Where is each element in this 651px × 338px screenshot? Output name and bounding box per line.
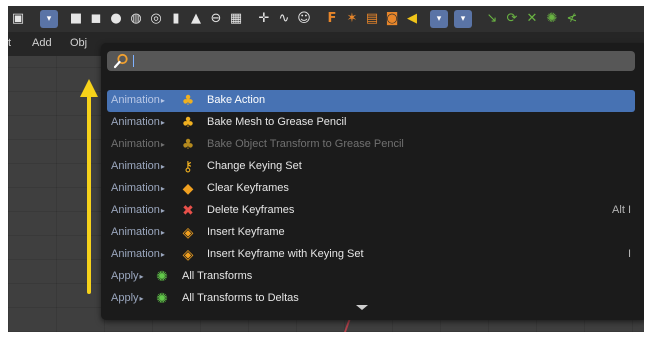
result-bake-object-transform[interactable]: Animation▸ ♣ Bake Object Transform to Gr… [107, 134, 635, 156]
transform-icon[interactable]: ✺ [544, 10, 560, 28]
bake-icon: ♣ [181, 115, 195, 131]
uv-sphere-icon[interactable]: ◍ [128, 10, 144, 28]
scroll-more-indicator[interactable] [356, 305, 368, 310]
lattice-icon[interactable]: ▤ [364, 10, 380, 28]
keying-set-icon: ⚷ [182, 159, 194, 175]
result-category: Animation▸ [111, 116, 165, 128]
speaker-icon[interactable]: ◀ [404, 10, 420, 28]
blender-window: ▣ ▾ ■ ◼ ● ◍ ◎ ▮ ▲ ⊖ ▦ ✛ ∿ ☺ F ✶ ▤ ◙ ◀ ▾ … [8, 6, 644, 332]
result-insert-keyframe-with-keying-set[interactable]: Animation▸ ◈ Insert Keyframe with Keying… [107, 244, 635, 266]
result-label: All Transforms [182, 270, 253, 282]
grid-icon[interactable]: ▦ [228, 10, 244, 28]
result-label: Insert Keyframe with Keying Set [207, 248, 364, 260]
result-label: Insert Keyframe [207, 226, 285, 238]
result-category: Animation▸ [111, 204, 165, 216]
camera-icon[interactable]: ◙ [384, 10, 400, 28]
empty-icon[interactable]: ✛ [256, 10, 272, 28]
result-category: Animation▸ [111, 248, 165, 260]
menu-object-partial[interactable]: Obj [70, 37, 87, 49]
snap-icon[interactable]: ≮ [564, 10, 580, 28]
result-category: Animation▸ [111, 138, 165, 150]
plane-icon[interactable]: ■ [68, 10, 84, 28]
result-bake-mesh-to-grease-pencil[interactable]: Animation▸ ♣ Bake Mesh to Grease Pencil [107, 112, 635, 134]
result-label: Bake Mesh to Grease Pencil [207, 116, 347, 128]
editor-type-dropdown[interactable]: ▾ [40, 10, 58, 28]
insert-keyframe-icon: ◈ [182, 247, 194, 263]
bake-icon: ♣ [181, 93, 195, 109]
result-category: Animation▸ [111, 182, 165, 194]
font-icon[interactable]: F [324, 10, 340, 28]
monkey-icon[interactable]: ☺ [296, 10, 312, 28]
result-delete-keyframes[interactable]: Animation▸ ✖ Delete Keyframes Alt I [107, 200, 635, 222]
result-label: Bake Object Transform to Grease Pencil [207, 138, 404, 150]
armature-icon[interactable]: ✶ [344, 10, 360, 28]
top-toolbar: ▣ ▾ ■ ◼ ● ◍ ◎ ▮ ▲ ⊖ ▦ ✛ ∿ ☺ F ✶ ▤ ◙ ◀ ▾ … [8, 6, 644, 32]
search-box[interactable] [107, 51, 635, 71]
arrow-annotation [87, 94, 91, 294]
torus-icon[interactable]: ⊖ [208, 10, 224, 28]
result-change-keying-set[interactable]: Animation▸ ⚷ Change Keying Set [107, 156, 635, 178]
result-shortcut: I [627, 248, 631, 260]
add-object-dropdown[interactable]: ▾ [454, 10, 472, 28]
move-icon[interactable]: ↘ [484, 10, 500, 28]
result-label: Clear Keyframes [207, 182, 289, 194]
transform-icon: ✺ [156, 291, 168, 307]
editor-type-icon[interactable]: ▣ [10, 10, 26, 28]
cube-icon[interactable]: ◼ [88, 10, 104, 28]
result-shortcut: Alt I [612, 204, 631, 216]
result-category: Apply▸ [111, 270, 144, 282]
cylinder-icon[interactable]: ▮ [168, 10, 184, 28]
result-category: Animation▸ [111, 160, 165, 172]
result-category: Apply▸ [111, 292, 144, 304]
add-mesh-dropdown[interactable]: ▾ [430, 10, 448, 28]
result-label: Change Keying Set [207, 160, 302, 172]
result-all-transforms-to-deltas[interactable]: Apply▸ ✺ All Transforms to Deltas [107, 288, 635, 310]
result-bake-action[interactable]: Animation▸ ♣ Bake Action [107, 90, 635, 112]
result-all-transforms[interactable]: Apply▸ ✺ All Transforms [107, 266, 635, 288]
insert-keyframe-icon: ◈ [182, 225, 194, 241]
result-label: All Transforms to Deltas [182, 292, 299, 304]
search-icon [113, 53, 128, 69]
operator-search-menu: Animation▸ ♣ Bake Action Animation▸ ♣ Ba… [101, 43, 644, 320]
ico-sphere-icon[interactable]: ◎ [148, 10, 164, 28]
cone-icon[interactable]: ▲ [188, 10, 204, 28]
result-label: Bake Action [207, 94, 266, 106]
rotate-icon[interactable]: ⟳ [504, 10, 520, 28]
result-category: Animation▸ [111, 94, 165, 106]
transform-icon: ✺ [156, 269, 168, 285]
scale-icon[interactable]: ✕ [524, 10, 540, 28]
keyframes-icon: ◆ [182, 181, 194, 197]
menu-add[interactable]: Add [32, 37, 52, 49]
search-results-list: Animation▸ ♣ Bake Action Animation▸ ♣ Ba… [107, 90, 635, 310]
result-insert-keyframe[interactable]: Animation▸ ◈ Insert Keyframe [107, 222, 635, 244]
curve-icon[interactable]: ∿ [276, 10, 292, 28]
result-label: Delete Keyframes [207, 204, 295, 216]
menu-select-partial[interactable]: t [8, 37, 11, 49]
search-input[interactable] [131, 52, 627, 70]
result-clear-keyframes[interactable]: Animation▸ ◆ Clear Keyframes [107, 178, 635, 200]
result-category: Animation▸ [111, 226, 165, 238]
circle-icon[interactable]: ● [108, 10, 124, 28]
delete-keyframe-icon: ✖ [182, 203, 194, 219]
text-cursor [133, 55, 134, 67]
bake-icon: ♣ [181, 137, 195, 153]
